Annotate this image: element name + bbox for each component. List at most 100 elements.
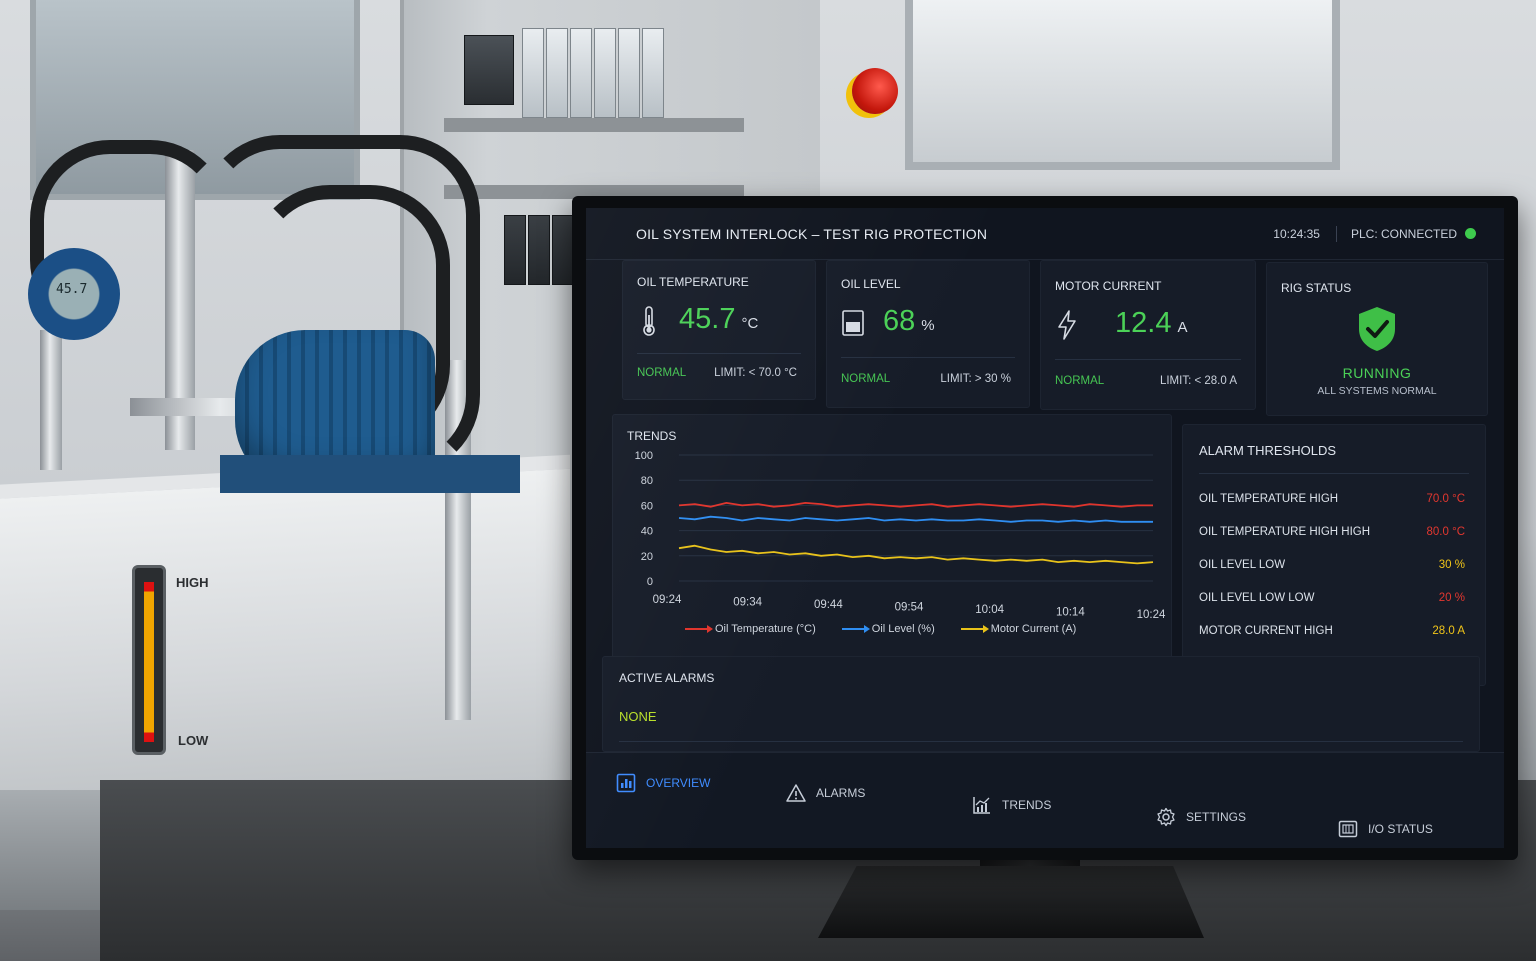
y-tick-label: 40 (641, 526, 653, 538)
oil-level-card[interactable]: OIL LEVEL 68% NORMAL LIMIT: > 30 % (826, 260, 1030, 408)
limit-label: LIMIT: < 28.0 A (1159, 375, 1237, 387)
tank-level-icon (842, 310, 864, 336)
trend-chart-icon (973, 797, 990, 814)
shield-check-icon (1359, 307, 1395, 351)
chart-legend: Oil Temperature (°C) Oil Level (%) Motor… (685, 623, 1076, 635)
overview-icon (616, 773, 636, 793)
threshold-row[interactable]: MOTOR CURRENT HIGH 28.0 A (1199, 621, 1465, 641)
nav-settings[interactable]: SETTINGS (1156, 807, 1246, 827)
emergency-stop-button (852, 68, 898, 114)
active-alarms-panel: ACTIVE ALARMS NONE (602, 656, 1480, 752)
unit-label: A (1177, 319, 1188, 336)
active-alarms-value: NONE (619, 709, 657, 724)
threshold-row[interactable]: OIL LEVEL LOW LOW 20 % (1199, 588, 1465, 608)
card-title: OIL TEMPERATURE (637, 275, 749, 289)
page-title: OIL SYSTEM INTERLOCK – TEST RIG PROTECTI… (636, 225, 988, 242)
limit-label: LIMIT: < 70.0 °C (714, 367, 797, 379)
divider (841, 357, 1015, 358)
motor-base (220, 455, 520, 493)
x-tick-label: 10:14 (1056, 607, 1085, 619)
motor-current-value: 12.4 A (1115, 307, 1188, 339)
lab-window (905, 0, 1340, 170)
divider (637, 353, 801, 354)
threshold-label: OIL LEVEL LOW (1199, 559, 1286, 571)
motor-current-card[interactable]: MOTOR CURRENT 12.4 A NORMAL LIMIT: < 28.0… (1040, 260, 1256, 410)
x-tick-label: 09:44 (814, 599, 843, 611)
trends-panel: TRENDS 0 20 40 60 80 100 09:24 09:34 09:44 09:54 1… (612, 414, 1172, 670)
legend-item: Oil Level (%) (841, 623, 935, 635)
x-tick-label: 09:24 (653, 594, 682, 606)
y-tick-label: 0 (647, 576, 653, 588)
divider (1199, 473, 1469, 474)
legend-swatch (685, 625, 713, 633)
active-alarms-title: ACTIVE ALARMS (619, 671, 715, 685)
threshold-label: OIL LEVEL LOW LOW (1199, 592, 1315, 604)
x-tick-label: 10:24 (1137, 609, 1166, 621)
rig-state: RUNNING (1342, 365, 1412, 381)
nav-label: SETTINGS (1186, 810, 1247, 824)
x-tick-label: 09:34 (733, 597, 762, 609)
legend-swatch (841, 625, 870, 633)
sight-glass (132, 565, 166, 755)
gear-icon (1157, 807, 1175, 827)
y-tick-label: 80 (641, 475, 653, 487)
nav-label: OVERVIEW (646, 776, 711, 790)
legend-item: Oil Temperature (°C) (685, 623, 816, 635)
unit-label: °C (741, 315, 759, 332)
nav-overview[interactable]: OVERVIEW (616, 773, 710, 793)
threshold-row[interactable]: OIL TEMPERATURE HIGH 70.0 °C (1199, 489, 1465, 509)
nav-io-status[interactable]: I/O STATUS (1338, 819, 1433, 839)
legend-label: Motor Current (A) (990, 623, 1077, 635)
oil-temperature-card[interactable]: OIL TEMPERATURE 45.7 °C NORMAL LIMIT: < 7… (622, 260, 816, 400)
nav-alarms[interactable]: ALARMS (786, 783, 865, 803)
nav-label: ALARMS (816, 786, 866, 800)
bottom-nav: OVERVIEW ALARMS TRENDS SETTINGS I/O STAT… (586, 752, 1504, 848)
y-tick-label: 20 (641, 551, 653, 563)
oil-tank (0, 454, 570, 816)
card-title: OIL LEVEL (841, 277, 901, 291)
card-title: MOTOR CURRENT (1055, 279, 1162, 293)
limit-label: LIMIT: > 30 % (940, 373, 1011, 385)
x-tick-label: 09:54 (895, 602, 924, 614)
threshold-value: 80.0 °C (1426, 526, 1465, 538)
threshold-label: OIL TEMPERATURE HIGH HIGH (1199, 526, 1371, 538)
io-module-icon (1338, 820, 1358, 838)
status-label: NORMAL (637, 367, 687, 379)
x-tick-label: 10:04 (975, 604, 1004, 616)
sight-glass-high-label: HIGH (176, 575, 209, 590)
thresholds-title: ALARM THRESHOLDS (1199, 443, 1337, 458)
rig-state-subtitle: ALL SYSTEMS NORMAL (1317, 385, 1437, 397)
threshold-row[interactable]: OIL LEVEL LOW 30 % (1199, 555, 1465, 575)
legend-swatch (960, 625, 989, 633)
steel-pipe (40, 330, 62, 470)
transmitter-display: 45.7 (56, 282, 88, 297)
unit-label: % (921, 317, 935, 334)
nav-label: TRENDS (1002, 798, 1052, 812)
legend-item: Motor Current (A) (960, 623, 1077, 635)
legend-label: Oil Level (%) (871, 623, 935, 635)
nav-trends[interactable]: TRENDS (972, 795, 1051, 815)
lightning-icon (1058, 310, 1076, 340)
monitor-foot (818, 866, 1204, 938)
status-label: NORMAL (1055, 375, 1105, 387)
clock: 10:24:35 (1273, 226, 1320, 241)
threshold-value: 20 % (1438, 592, 1465, 604)
status-label: NORMAL (841, 373, 891, 385)
threshold-value: 28.0 A (1432, 625, 1465, 637)
y-tick-label: 100 (635, 450, 653, 462)
threshold-row[interactable]: OIL TEMPERATURE HIGH HIGH 80.0 °C (1199, 522, 1465, 542)
hmi-header: OIL SYSTEM INTERLOCK – TEST RIG PROTECTI… (586, 208, 1504, 260)
series-line (678, 544, 1154, 565)
plc-status: PLC: CONNECTED (1350, 226, 1457, 241)
oil-level-value: 68% (883, 305, 935, 337)
series-line (678, 502, 1153, 508)
y-tick-label: 60 (641, 500, 653, 512)
divider (619, 741, 1463, 742)
threshold-value: 30 % (1438, 559, 1465, 571)
rig-status-card[interactable]: RIG STATUS RUNNING ALL SYSTEMS NORMAL (1266, 262, 1488, 416)
card-title: RIG STATUS (1281, 281, 1352, 295)
oil-temperature-value: 45.7 °C (679, 303, 759, 335)
threshold-label: MOTOR CURRENT HIGH (1199, 625, 1333, 637)
plc-status-led (1465, 228, 1476, 239)
divider (1055, 359, 1241, 360)
